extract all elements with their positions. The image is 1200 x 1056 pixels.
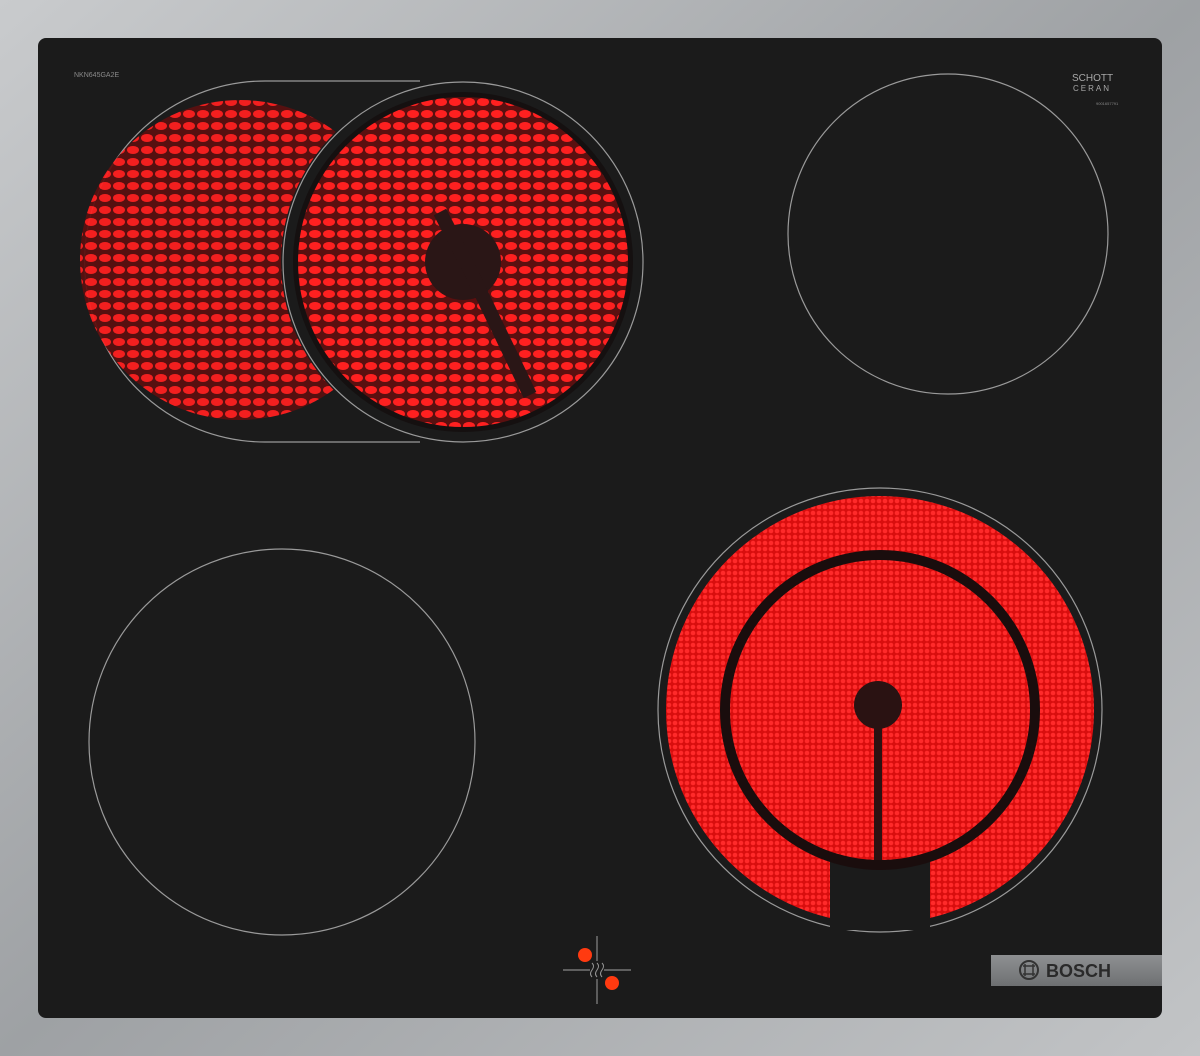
cooktop-image: 9001657791 BOSCH NKN645GA2E SCHOTT CERAN (0, 0, 1200, 1056)
cooktop-svg: 9001657791 BOSCH (0, 0, 1200, 1056)
indicator-light (578, 948, 592, 962)
schott-label: SCHOTT (1072, 73, 1114, 84)
brand-name: BOSCH (1046, 961, 1111, 981)
heated-extension (0, 0, 1200, 1056)
ceran-label: CERAN (1073, 84, 1112, 93)
model-label: NKN645GA2E (74, 72, 120, 79)
indicator-light (605, 976, 619, 990)
zone-top-left-dual (0, 0, 1200, 1056)
sensor-rod (874, 720, 882, 860)
